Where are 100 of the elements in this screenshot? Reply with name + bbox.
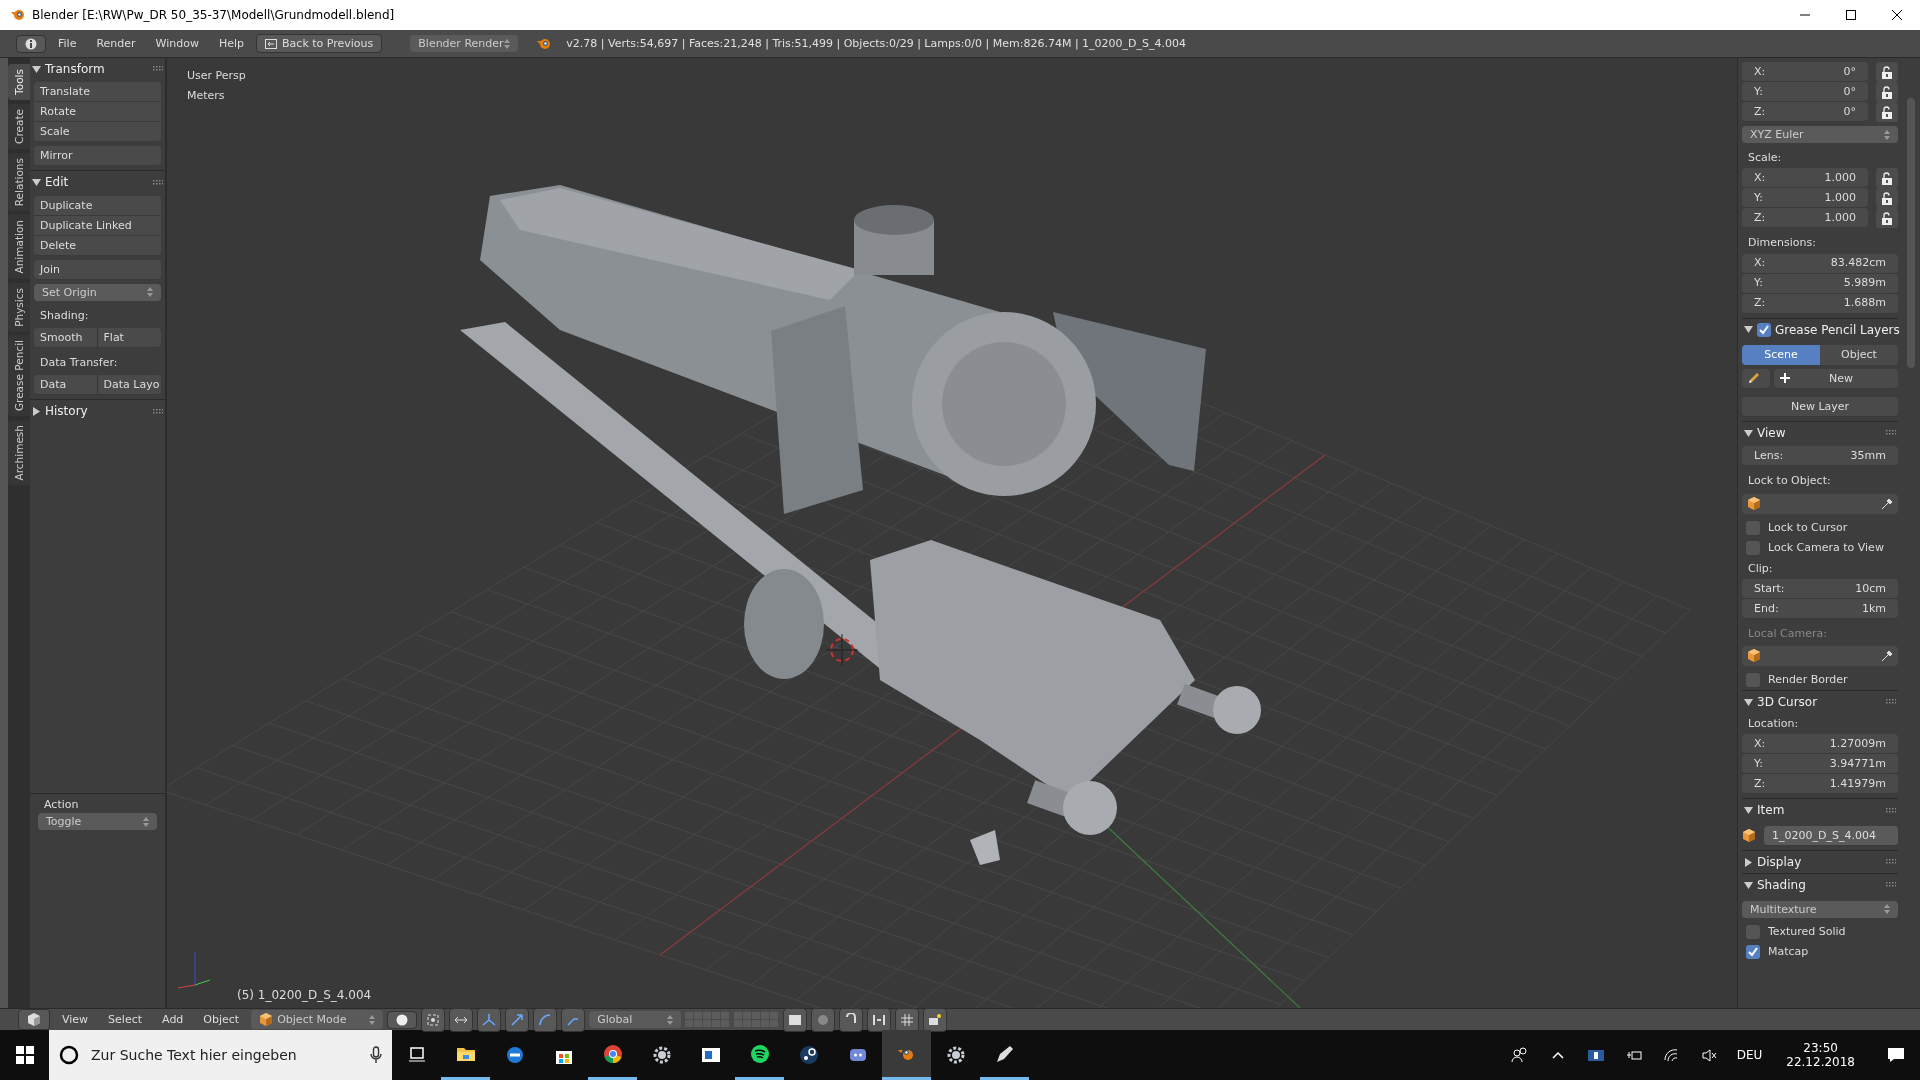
number-field[interactable]: X: 1.27009m [1742, 734, 1898, 755]
menu-item[interactable]: Help [210, 34, 253, 53]
number-field[interactable]: Y: 5.989m [1742, 273, 1898, 294]
number-field[interactable]: Y: 3.94771m [1742, 754, 1898, 775]
tool-tab[interactable]: Archimesh [8, 420, 30, 486]
menu-item[interactable]: File [50, 34, 85, 53]
tool-button[interactable]: Duplicate [34, 195, 161, 216]
menu-item[interactable]: Add [154, 1010, 192, 1029]
editor-type-button[interactable] [18, 1009, 50, 1030]
clock-date[interactable]: 22.12.2018 [1786, 1055, 1855, 1070]
back-to-previous-button[interactable]: Back to Previous [256, 33, 383, 54]
tool-button[interactable]: Data Layo [97, 375, 161, 396]
checkbox[interactable] [1746, 944, 1760, 959]
menu-item[interactable]: Window [147, 34, 207, 53]
number-field[interactable]: X: 1.000 [1742, 168, 1868, 189]
header-tool-button[interactable] [783, 1007, 808, 1032]
new-button[interactable]: New [1774, 368, 1898, 389]
checkbox[interactable] [1746, 672, 1760, 687]
tab[interactable]: Object [1820, 344, 1898, 365]
number-field[interactable]: End: 1km [1742, 598, 1898, 619]
tool-tab[interactable]: Physics [8, 282, 30, 332]
lock-button[interactable] [1876, 188, 1898, 209]
number-field[interactable]: Z: 1.688m [1742, 293, 1898, 314]
tool-button[interactable]: Rotate [34, 102, 161, 123]
number-field[interactable]: X: 83.482cm [1742, 253, 1898, 274]
tool-button[interactable]: Mirror [34, 146, 161, 167]
lock-button[interactable] [1876, 168, 1898, 189]
tool-toggle[interactable] [477, 1007, 502, 1032]
tool-toggle[interactable] [449, 1007, 474, 1032]
checkbox[interactable] [1746, 520, 1760, 535]
menu-item[interactable]: View [54, 1010, 97, 1029]
panel-title[interactable]: Display [1757, 854, 1882, 870]
tool-button[interactable]: Smooth [34, 328, 98, 349]
lock-button[interactable] [1876, 208, 1898, 229]
search-field[interactable]: Zur Suche Text hier eingeben [89, 1045, 360, 1065]
lock-button[interactable] [1876, 102, 1898, 122]
clock-time[interactable]: 23:50 [1786, 1040, 1855, 1055]
tool-button[interactable]: Join [34, 259, 161, 280]
menu-item[interactable]: Render [88, 34, 144, 53]
panel-title[interactable]: Grease Pencil Layers [1775, 322, 1900, 337]
render-engine-dropdown[interactable]: Blender Render [410, 34, 519, 53]
checkbox[interactable] [1746, 540, 1760, 555]
panel-title[interactable]: View [1757, 425, 1882, 441]
menu-item[interactable]: Select [100, 1010, 151, 1029]
header-tool-button[interactable] [839, 1007, 864, 1032]
dropdown[interactable]: Multitexture [1742, 900, 1898, 918]
tool-toggle[interactable] [561, 1007, 586, 1032]
checkbox[interactable] [1757, 322, 1771, 337]
shading-button[interactable] [387, 1010, 418, 1029]
editor-type-button[interactable] [16, 34, 46, 53]
new-layer-button[interactable]: New Layer [1742, 396, 1898, 417]
scrollbar-thumb[interactable] [1907, 98, 1915, 368]
pencil-selector[interactable] [1742, 368, 1770, 389]
orientation-dropdown[interactable]: Global [589, 1010, 682, 1029]
number-field[interactable]: Lens: 35mm [1742, 446, 1898, 467]
tool-toggle[interactable] [505, 1007, 530, 1032]
tool-button[interactable]: Translate [34, 82, 161, 103]
tool-toggle[interactable] [533, 1007, 558, 1032]
lock-button[interactable] [1876, 62, 1898, 82]
lock-button[interactable] [1876, 82, 1898, 102]
checkbox[interactable] [1746, 924, 1760, 939]
object-field[interactable] [1742, 493, 1898, 514]
dropdown[interactable]: XYZ Euler [1742, 126, 1898, 144]
header-tool-button[interactable] [867, 1007, 892, 1032]
panel-title[interactable]: Edit [45, 175, 149, 190]
panel-title[interactable]: History [45, 404, 149, 419]
number-field[interactable]: Z: 1.000 [1742, 208, 1868, 229]
panel-title[interactable]: Transform [45, 62, 149, 77]
tool-button[interactable]: Scale [34, 122, 161, 143]
number-field[interactable]: Y: 0° [1742, 82, 1868, 102]
number-field[interactable]: X: 0° [1742, 62, 1868, 82]
header-tool-button[interactable] [895, 1007, 920, 1032]
number-field[interactable]: Z: 0° [1742, 102, 1868, 122]
tool-button[interactable]: Delete [34, 235, 161, 256]
object-name-field[interactable]: 1_0200_D_S_4.004 [1764, 825, 1898, 846]
dropdown[interactable]: Set Origin [34, 283, 161, 301]
tool-tab[interactable]: Create [8, 103, 30, 149]
menu-item[interactable]: Object [195, 1010, 248, 1029]
number-field[interactable]: Y: 1.000 [1742, 188, 1868, 209]
toggle-dropdown[interactable]: Toggle [38, 813, 157, 831]
section-label: Shading: [39, 307, 90, 324]
tool-tab[interactable]: Animation [8, 215, 30, 279]
panel-title[interactable]: 3D Cursor [1757, 694, 1882, 710]
search-bar[interactable]: Zur Suche Text hier eingeben [49, 1030, 392, 1080]
tool-toggle[interactable] [421, 1007, 446, 1032]
tool-button[interactable]: Duplicate Linked [34, 215, 161, 236]
tool-button[interactable]: Flat [97, 328, 161, 349]
number-field[interactable]: Z: 1.41979m [1742, 774, 1898, 795]
object-field[interactable] [1742, 645, 1898, 666]
header-tool-button[interactable] [923, 1007, 948, 1032]
tool-tab[interactable]: Grease Pencil [8, 335, 30, 417]
mode-dropdown[interactable]: Object Mode [251, 1010, 384, 1029]
panel-title[interactable]: Shading [1757, 878, 1882, 893]
tool-button[interactable]: Data [34, 375, 98, 396]
tool-tab[interactable]: Relations [8, 152, 30, 211]
number-field[interactable]: Start: 10cm [1742, 578, 1898, 599]
panel-title[interactable]: Item [1757, 803, 1882, 818]
tool-tab[interactable]: Tools [8, 64, 30, 100]
tab[interactable]: Scene [1742, 344, 1820, 365]
input-language[interactable]: DEU [1728, 1047, 1771, 1063]
